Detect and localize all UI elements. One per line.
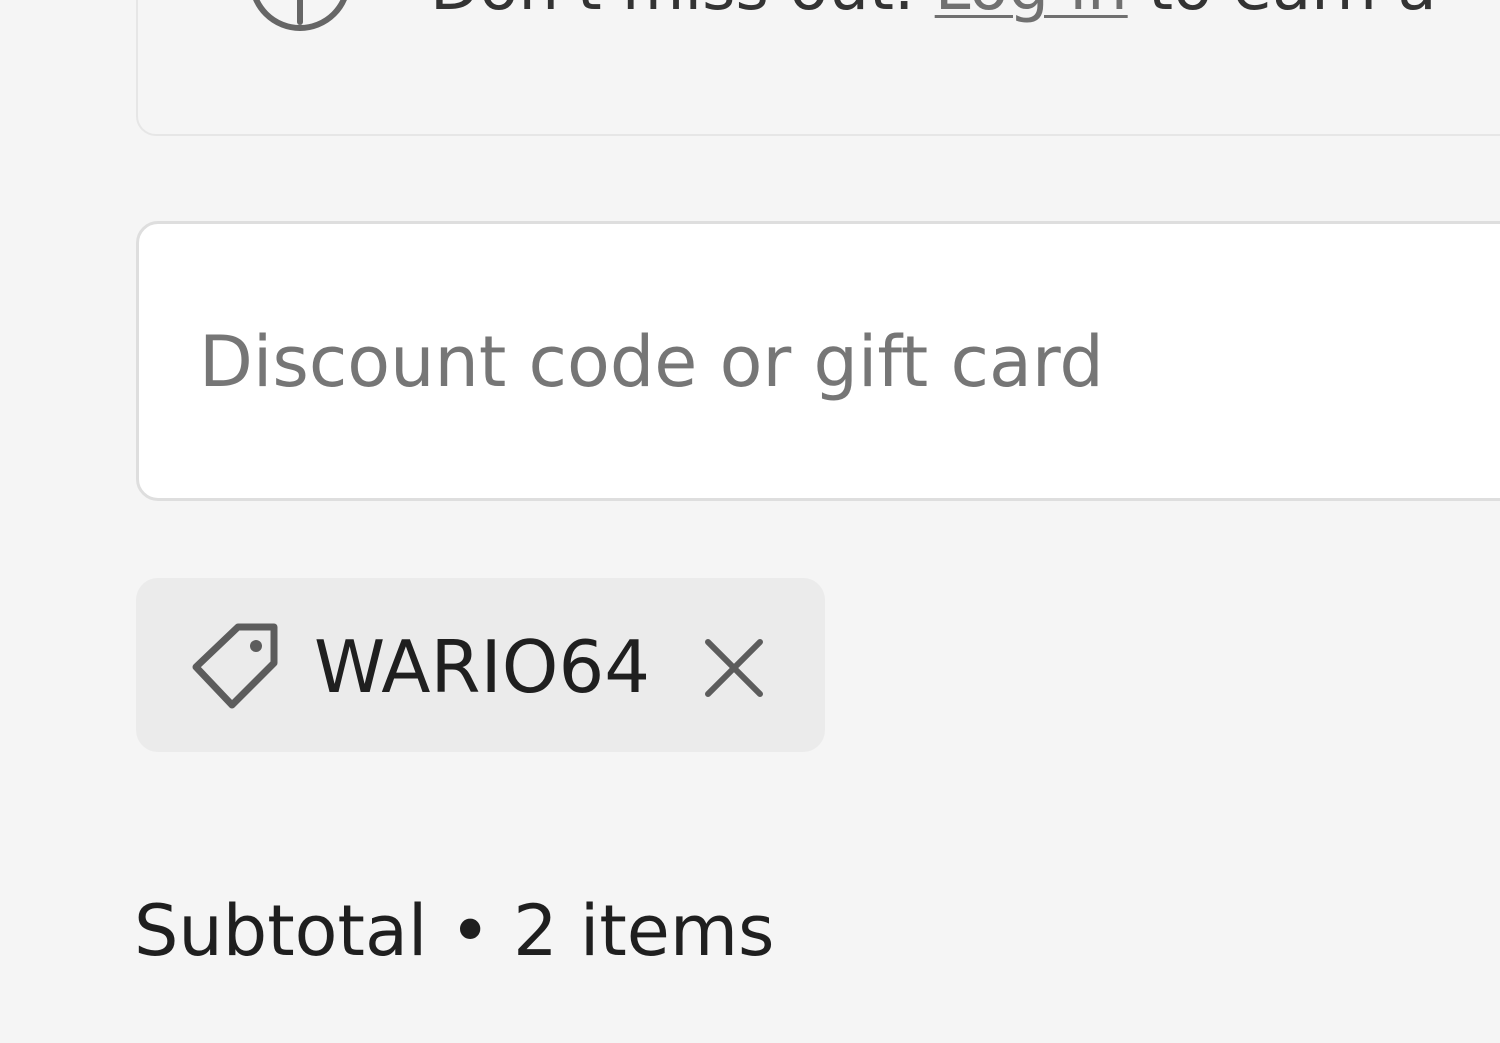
login-banner-text: Don't miss out. Log in to earn a <box>430 0 1437 26</box>
discount-code-input[interactable] <box>199 314 1499 410</box>
banner-text-before: Don't miss out. <box>430 0 935 25</box>
tag-icon <box>192 623 278 709</box>
remove-discount-button[interactable] <box>692 626 776 710</box>
applied-discount-tag: WARIO64 <box>136 578 825 752</box>
login-link[interactable]: Log in <box>935 0 1128 25</box>
banner-text-after: to earn a <box>1128 0 1437 25</box>
subtotal-label: Subtotal <box>134 890 428 972</box>
discount-code-label: WARIO64 <box>314 625 651 709</box>
discount-field[interactable] <box>136 221 1500 501</box>
checkout-order-summary: Don't miss out. Log in to earn a WARIO64… <box>0 0 1500 1043</box>
subtotal-row: Subtotal • 2 items <box>134 886 775 976</box>
subtotal-separator: • <box>427 890 514 972</box>
subtotal-item-count: 2 items <box>513 890 775 972</box>
close-icon <box>705 639 763 697</box>
info-icon <box>253 0 347 31</box>
